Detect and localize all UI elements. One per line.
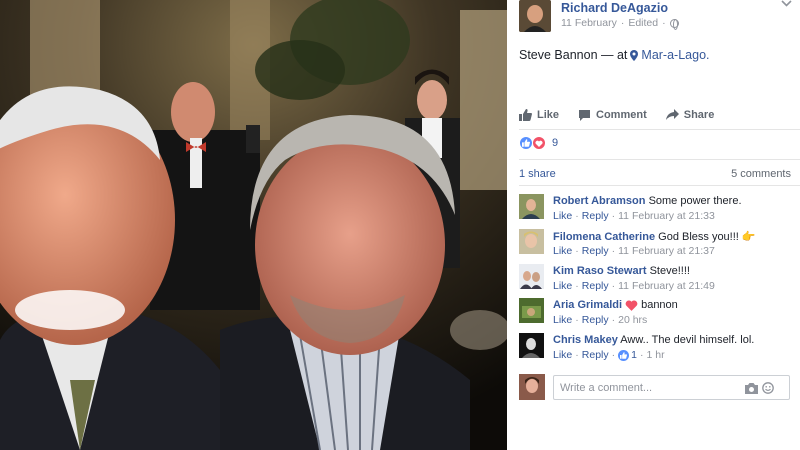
divider: [519, 129, 800, 130]
comment-item: Aria Grimaldi bannon Like · Reply · 20 hrs: [519, 298, 794, 330]
comment-text: bannon: [641, 299, 678, 311]
comment-reply-link[interactable]: Reply: [582, 210, 609, 222]
commenter-avatar[interactable]: [519, 298, 544, 323]
emoji-icon[interactable]: [762, 382, 774, 394]
commenter-avatar[interactable]: [519, 229, 544, 254]
comment-item: Kim Raso Stewart Steve!!!! Like · Reply · …: [519, 264, 794, 296]
share-label: Share: [683, 109, 715, 121]
comment-actions: Like · Reply · 1 · 1 hr: [553, 349, 665, 361]
comment-text: Aww.. The devil himself. lol.: [620, 334, 755, 346]
like-icon: [519, 109, 532, 121]
edited-label[interactable]: Edited: [628, 17, 658, 29]
comment-actions: Like · Reply · 11 February at 21:37: [553, 245, 715, 257]
comment-reply-link[interactable]: Reply: [582, 280, 609, 292]
current-user-avatar: [519, 374, 545, 400]
shares-link[interactable]: 1 share: [519, 168, 556, 180]
heart-icon: [625, 300, 638, 311]
post-text: Steve Bannon — at Mar-a-Lago.: [519, 48, 710, 62]
reaction-count[interactable]: 9: [552, 137, 558, 149]
comment-author[interactable]: Kim Raso Stewart: [553, 265, 647, 277]
comment-time[interactable]: 11 February at 21:49: [618, 280, 715, 292]
meta-separator: ·: [620, 17, 625, 29]
comment-button[interactable]: Comment: [578, 109, 647, 121]
comment-author[interactable]: Chris Makey: [553, 334, 618, 346]
post-caption: Steve Bannon — at: [519, 48, 628, 62]
comment-actions: Like · Reply · 11 February at 21:49: [553, 280, 715, 292]
post-side-panel: Richard DeAgazio 11 February · Edited · …: [507, 0, 800, 450]
comments-count-link[interactable]: 5 comments: [731, 168, 791, 180]
author-avatar[interactable]: [519, 0, 551, 32]
like-icon: [618, 349, 630, 361]
comment-like-link[interactable]: Like: [553, 210, 572, 222]
commenter-avatar[interactable]: [519, 264, 544, 289]
commenter-avatar[interactable]: [519, 333, 544, 358]
divider: [519, 159, 800, 160]
comment-reply-link[interactable]: Reply: [582, 314, 609, 326]
commenter-avatar[interactable]: [519, 194, 544, 219]
like-button[interactable]: Like: [519, 109, 559, 121]
comment-time[interactable]: 1 hr: [646, 349, 664, 361]
comment-like-count[interactable]: 1: [631, 349, 637, 361]
post-header: Richard DeAgazio 11 February · Edited ·: [519, 0, 794, 36]
action-bar: Like Comment Share: [519, 105, 794, 125]
comment-composer: [519, 374, 794, 402]
like-reaction-icon: [519, 136, 533, 150]
comment-like-link[interactable]: Like: [553, 280, 572, 292]
comment-text: Steve!!!!: [649, 265, 690, 277]
comment-author[interactable]: Filomena Catherine: [553, 231, 655, 243]
pointing-emoji-icon: 👉: [741, 231, 756, 243]
comment-icon: [579, 110, 591, 121]
comment-actions: Like · Reply · 11 February at 21:33: [553, 210, 715, 222]
comment-actions: Like · Reply · 20 hrs: [553, 314, 648, 326]
heart-icon: [532, 136, 546, 150]
comment-time[interactable]: 11 February at 21:33: [618, 210, 715, 222]
camera-icon[interactable]: [745, 383, 758, 394]
place-link[interactable]: Mar-a-Lago.: [641, 48, 709, 62]
divider: [519, 185, 800, 186]
comment-item: Robert Abramson Some power there. Like · …: [519, 194, 794, 226]
comment-reply-link[interactable]: Reply: [582, 245, 609, 257]
chevron-down-icon[interactable]: [781, 0, 792, 7]
author-name[interactable]: Richard DeAgazio: [561, 1, 668, 15]
share-icon: [665, 109, 679, 120]
post-date[interactable]: 11 February: [561, 17, 617, 29]
comment-like-link[interactable]: Like: [553, 314, 572, 326]
post-photo[interactable]: [0, 0, 507, 450]
comment-like-link[interactable]: Like: [553, 245, 572, 257]
comment-time[interactable]: 11 February at 21:37: [618, 245, 715, 257]
comment-text: Some power there.: [648, 195, 742, 207]
meta-separator: ·: [662, 17, 666, 29]
like-label: Like: [537, 109, 560, 121]
globe-icon: [669, 18, 679, 30]
share-button[interactable]: Share: [665, 109, 715, 121]
comment-label: Comment: [596, 109, 647, 121]
post-meta: 11 February · Edited ·: [561, 17, 679, 30]
comment-item: Chris Makey Aww.. The devil himself. lol…: [519, 333, 794, 365]
comment-like-link[interactable]: Like: [553, 349, 572, 361]
comment-reply-link[interactable]: Reply: [582, 349, 609, 361]
comment-author[interactable]: Robert Abramson: [553, 195, 646, 207]
photo-illustration: [0, 0, 507, 450]
comment-item: Filomena Catherine God Bless you!!! 👉 Li…: [519, 229, 794, 261]
pin-icon: [630, 49, 639, 61]
reactions-summary[interactable]: 9: [519, 136, 558, 150]
comment-author[interactable]: Aria Grimaldi: [553, 299, 622, 311]
comment-time[interactable]: 20 hrs: [618, 314, 647, 326]
comment-text: God Bless you!!!: [658, 231, 739, 243]
